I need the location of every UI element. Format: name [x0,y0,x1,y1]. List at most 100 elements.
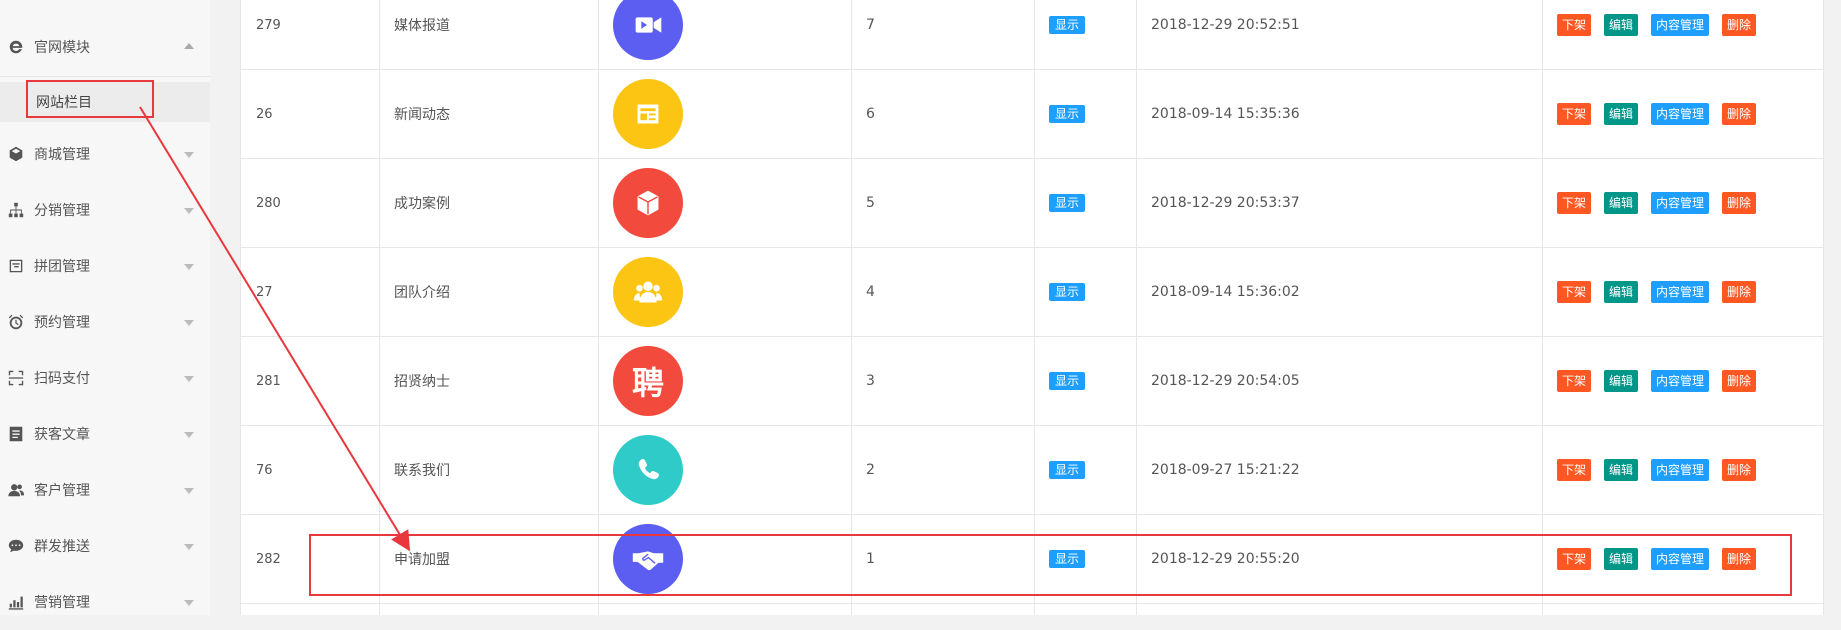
row-name: 团队介绍 [394,285,450,301]
sidebar-item-broadcast[interactable]: 群发推送 [0,518,210,574]
cube-icon [6,144,26,164]
content-manage-button[interactable]: 内容管理 [1651,14,1710,36]
table-row: 26 新闻动态 6 显示 2018-09-14 15:35:36 下架 编辑 内容管理 删除 [241,70,1823,159]
content-manage-button[interactable]: 内容管理 [1651,281,1710,303]
chevron-down-icon [184,600,194,606]
row-actions: 下架 编辑 内容管理 删除 [1557,70,1769,158]
status-badge: 显示 [1049,283,1086,301]
content-manage-button[interactable]: 内容管理 [1651,192,1710,214]
table-row: 27 团队介绍 4 显示 2018-09-14 15:36:02 下架 编辑 内容管理 删除 [241,248,1823,337]
sidebar-item-marketing[interactable]: 营销管理 [0,574,210,630]
delete-button[interactable]: 删除 [1722,370,1757,392]
row-status-cell: 显示 [1049,159,1086,247]
chevron-down-icon [184,376,194,382]
annotation-box [26,80,154,118]
row-icon-cell [613,0,683,69]
row-status-cell: 显示 [1049,426,1086,514]
alarm-clock-icon [6,312,26,332]
chevron-down-icon [184,208,194,214]
status-badge: 显示 [1049,194,1086,212]
edit-button[interactable]: 编辑 [1604,14,1639,36]
unpublish-button[interactable]: 下架 [1557,459,1592,481]
row-icon-cell [613,159,683,247]
sidebar-item-articles[interactable]: 获客文章 [0,406,210,462]
unpublish-button[interactable]: 下架 [1557,192,1592,214]
unpublish-button[interactable]: 下架 [1557,14,1592,36]
users-icon [6,480,26,500]
row-status-cell: 显示 [1049,248,1086,336]
hierarchy-icon [6,200,26,220]
recruit-glyph: 聘 [631,364,664,402]
row-sort: 4 [866,284,875,300]
edit-button[interactable]: 编辑 [1604,103,1639,125]
chevron-down-icon [184,320,194,326]
sidebar-item-mall[interactable]: 商城管理 [0,126,210,182]
sidebar-item-label: 拼团管理 [34,259,90,275]
sidebar-item-website[interactable]: 官网模块 [0,19,210,75]
table-row: 76 联系我们 2 显示 2018-09-27 15:21:22 下架 编辑 内容管理 删除 [241,426,1823,515]
article-icon [6,424,26,444]
box-icon [613,168,683,238]
table-row: 281 招贤纳士 聘 3 显示 2018-12-29 20:54:05 下架 编辑 内容管理 删除 [241,337,1823,426]
edit-button[interactable]: 编辑 [1604,370,1639,392]
sidebar-item-label: 获客文章 [34,427,90,443]
news-icon [613,79,683,149]
sidebar-item-group-buy[interactable]: 拼团管理 [0,238,210,294]
content-manage-button[interactable]: 内容管理 [1651,370,1710,392]
chevron-down-icon [184,544,194,550]
row-time: 2018-12-29 20:53:37 [1151,195,1300,211]
sidebar-item-customers[interactable]: 客户管理 [0,462,210,518]
row-id: 279 [256,17,281,33]
row-id: 76 [256,462,273,478]
content-manage-button[interactable]: 内容管理 [1651,459,1710,481]
sidebar-item-distribution[interactable]: 分销管理 [0,182,210,238]
row-sort: 7 [866,17,875,33]
delete-button[interactable]: 删除 [1722,281,1757,303]
delete-button[interactable]: 删除 [1722,459,1757,481]
row-name: 新闻动态 [394,107,450,123]
edit-button[interactable]: 编辑 [1604,192,1639,214]
team-icon [613,257,683,327]
unpublish-button[interactable]: 下架 [1557,103,1592,125]
row-id: 27 [256,284,273,300]
row-icon-cell [613,248,683,336]
chart-icon [6,592,26,612]
unpublish-button[interactable]: 下架 [1557,281,1592,303]
row-sort: 2 [866,462,875,478]
row-actions: 下架 编辑 内容管理 删除 [1557,248,1769,336]
unpublish-button[interactable]: 下架 [1557,370,1592,392]
sidebar-item-label: 分销管理 [34,203,90,219]
delete-button[interactable]: 删除 [1722,192,1757,214]
phone-icon [613,435,683,505]
row-time: 2018-12-29 20:54:05 [1151,373,1300,389]
table-row: 280 成功案例 5 显示 2018-12-29 20:53:37 下架 编辑 内容管理 删除 [241,159,1823,248]
chevron-down-icon [184,152,194,158]
edit-button[interactable]: 编辑 [1604,459,1639,481]
sidebar-item-booking[interactable]: 预约管理 [0,294,210,350]
table-row: 279 媒体报道 7 显示 2018-12-29 20:52:51 下架 编辑 内容管理 删除 [241,0,1823,70]
row-actions: 下架 编辑 内容管理 删除 [1557,0,1769,69]
sidebar-item-scan-pay[interactable]: 扫码支付 [0,350,210,406]
content-manage-button[interactable]: 内容管理 [1651,103,1710,125]
row-id: 280 [256,195,281,211]
status-badge: 显示 [1049,461,1086,479]
annotation-highlight-box [309,534,1792,596]
row-id: 281 [256,373,281,389]
row-status-cell: 显示 [1049,337,1086,425]
chevron-up-icon [184,43,194,49]
row-time: 2018-09-14 15:35:36 [1151,106,1300,122]
ie-icon [6,37,26,57]
row-status-cell: 显示 [1049,0,1086,69]
status-badge: 显示 [1049,372,1086,390]
row-sort: 6 [866,106,875,122]
sidebar-item-label: 预约管理 [34,315,90,331]
edit-button[interactable]: 编辑 [1604,281,1639,303]
status-badge: 显示 [1049,105,1086,123]
sidebar-item-label: 客户管理 [34,483,90,499]
column-table: 279 媒体报道 7 显示 2018-12-29 20:52:51 下架 编辑 内容管理 删除 2… [240,0,1824,615]
chat-icon [6,536,26,556]
row-icon-cell [613,70,683,158]
delete-button[interactable]: 删除 [1722,103,1757,125]
row-name: 媒体报道 [394,18,450,34]
delete-button[interactable]: 删除 [1722,14,1757,36]
